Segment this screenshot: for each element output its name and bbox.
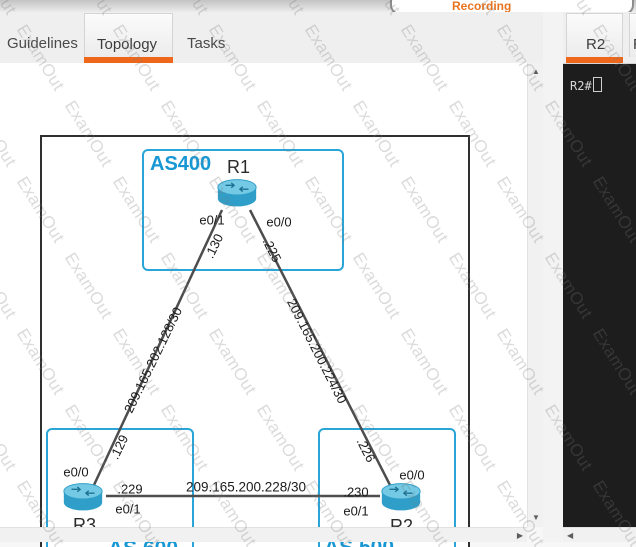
right-horizontal-scrollbar[interactable]: ◀: [563, 527, 636, 542]
scroll-right-icon[interactable]: ▶: [517, 532, 523, 540]
tab-next-console-clipped[interactable]: R: [629, 13, 636, 57]
tab-topology-label: Topology: [97, 36, 157, 53]
r2-if-e0-1-label: e0/1: [343, 504, 368, 519]
left-vertical-scrollbar[interactable]: ▲ ▼: [527, 63, 543, 527]
router-r3-icon: [60, 480, 106, 514]
left-horizontal-scrollbar[interactable]: ▶: [0, 527, 527, 542]
r3-if-e0-1-label: e0/1: [115, 502, 140, 517]
exam-simulator-window: Recording Guidelines Topology Tasks: [0, 0, 636, 547]
router-r2-icon: [378, 480, 424, 514]
tab-guidelines[interactable]: Guidelines: [7, 35, 78, 52]
r1-if-e0-1-label: e0/1: [199, 213, 224, 228]
tab-tasks[interactable]: Tasks: [187, 35, 225, 52]
link-r3-r2-r2-addr: .230: [343, 485, 368, 500]
router-r1-icon: [214, 176, 260, 210]
r2-if-e0-0-label: e0/0: [399, 468, 424, 483]
link-r3-r2-r3-addr: .229: [117, 482, 142, 497]
scroll-down-icon[interactable]: ▼: [532, 514, 540, 522]
r3-if-e0-0-label: e0/0: [63, 465, 88, 480]
terminal-prompt-line: R2#: [570, 77, 602, 93]
r2-console-terminal[interactable]: R2#: [563, 64, 636, 527]
as400-label: AS400: [150, 153, 211, 176]
link-r3-r2-subnet: 209.165.200.228/30: [186, 480, 306, 495]
panel-splitter[interactable]: [543, 12, 563, 542]
r1-if-e0-0-label: e0/0: [266, 215, 291, 230]
topology-panel: AS400 R1 R3 AS 600 R2 AS 500 e0/1 e0/0 e…: [0, 63, 527, 527]
active-tab-underline-right: [566, 57, 623, 63]
scroll-up-icon[interactable]: ▲: [532, 68, 540, 76]
scroll-left-icon[interactable]: ◀: [567, 532, 573, 540]
terminal-prompt: R2#: [570, 79, 592, 93]
router-r1-label: R1: [227, 157, 250, 178]
tab-topology[interactable]: Topology: [84, 13, 173, 57]
topology-frame: AS400 R1 R3 AS 600 R2 AS 500 e0/1 e0/0 e…: [40, 135, 470, 547]
terminal-cursor: [593, 77, 602, 92]
tab-r2-console[interactable]: R2: [566, 13, 623, 57]
tab-r2-label: R2: [586, 36, 605, 53]
